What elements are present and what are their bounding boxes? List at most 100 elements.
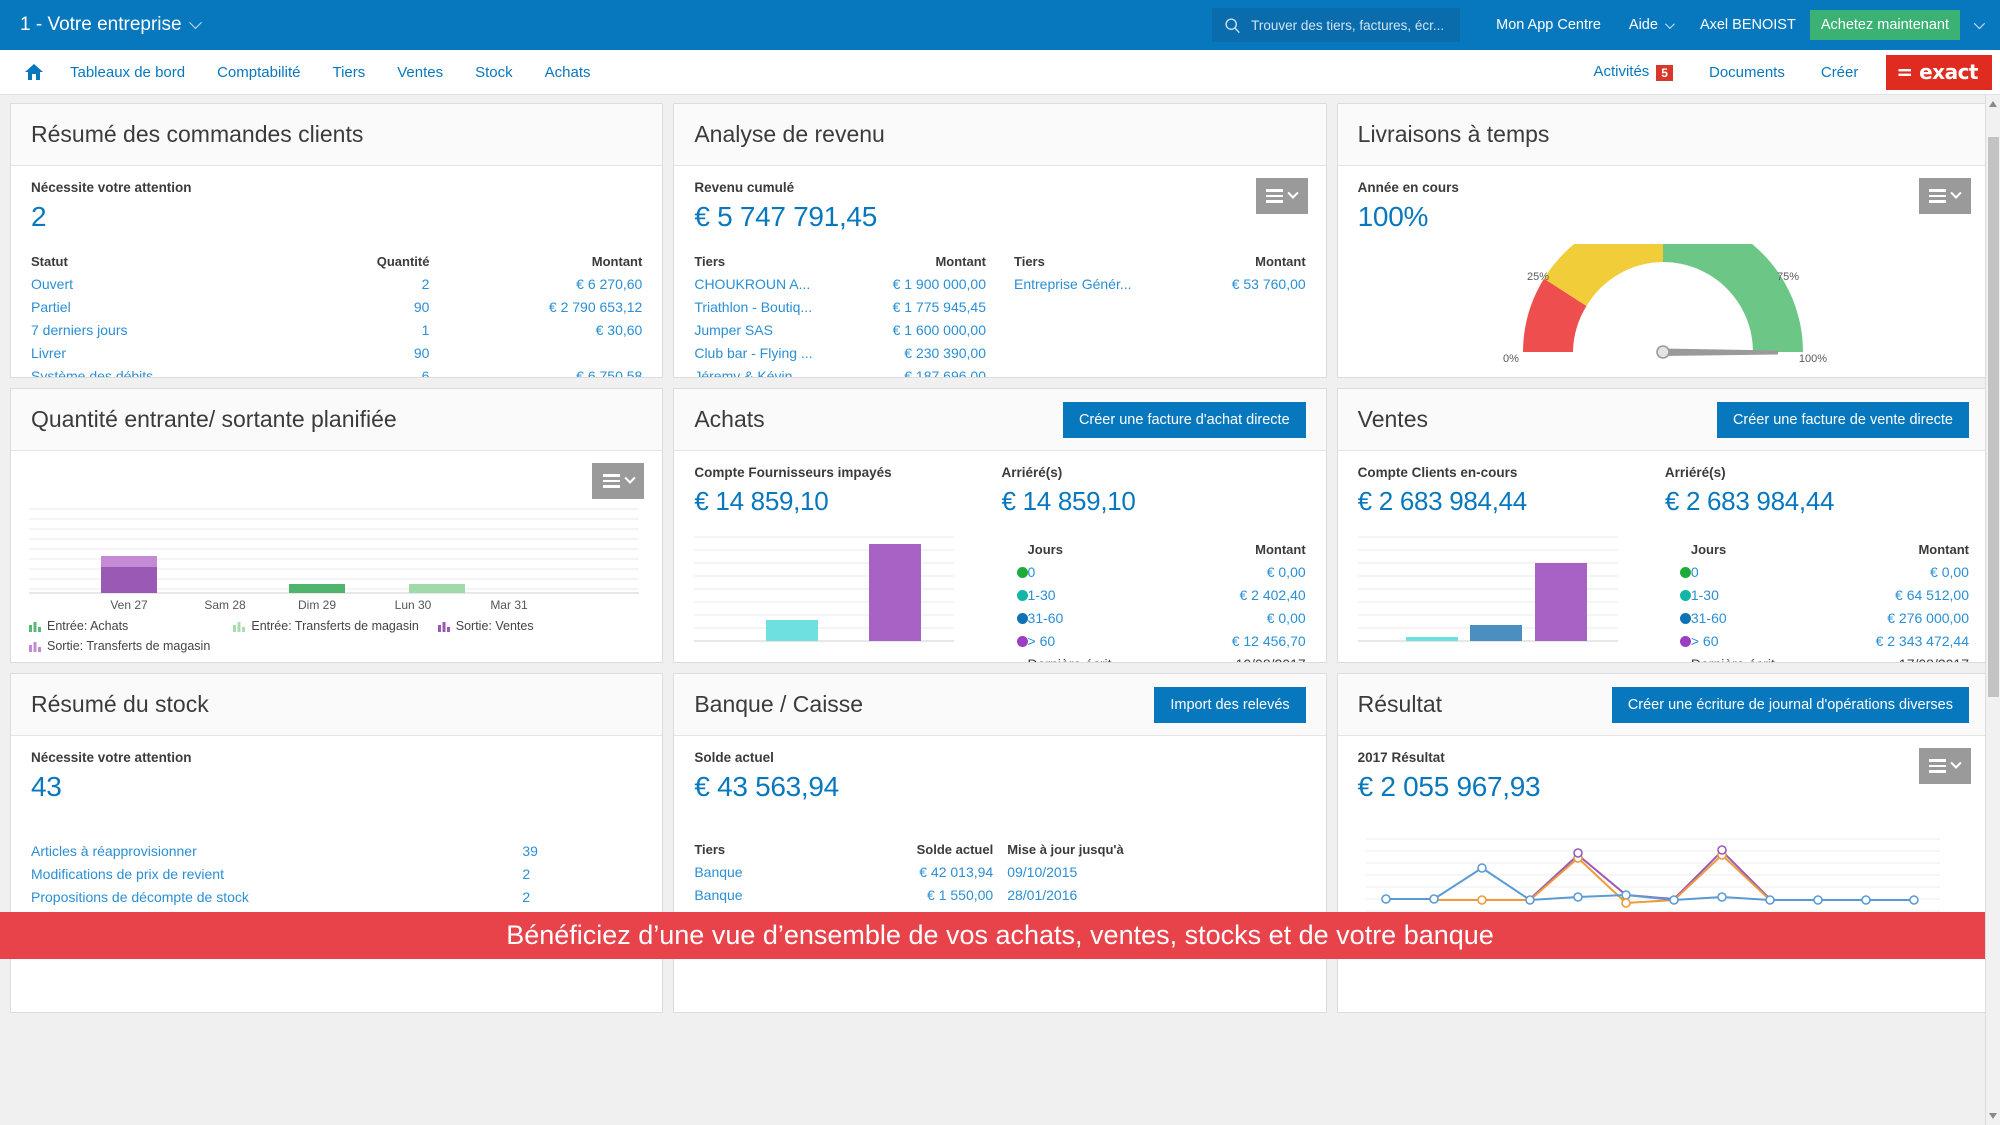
table-row[interactable]: Système des débits 6 € 6 750,58 (31, 364, 642, 378)
help-menu[interactable]: Aide (1615, 0, 1686, 50)
table-row[interactable]: 31-60 € 0,00 (1002, 606, 1306, 629)
bar-chart-icon (29, 621, 41, 635)
cell-tiers[interactable]: Jumper SAS (694, 318, 857, 341)
cell-label[interactable]: Modifications de prix de revient (31, 862, 522, 885)
cell-tiers[interactable]: Club bar - Flying ... (694, 341, 857, 364)
table-row[interactable]: > 60 € 12 456,70 (1002, 629, 1306, 652)
cell-status[interactable]: Ouvert (31, 272, 309, 295)
nav-item-2[interactable]: Tiers (316, 64, 381, 81)
table-row[interactable]: Partiel 90 € 2 790 653,12 (31, 295, 642, 318)
nav-item-4[interactable]: Stock (459, 64, 529, 81)
nav-item-1[interactable]: Comptabilité (201, 64, 316, 81)
table-row[interactable]: 0 € 0,00 (1002, 560, 1306, 583)
card-menu-button[interactable] (1918, 178, 1971, 214)
cell-days[interactable]: 1-30 (1028, 583, 1185, 606)
table-row[interactable]: > 60 € 2 343 472,44 (1665, 629, 1969, 652)
scrollbar-thumb[interactable] (1988, 137, 1999, 697)
create-direct-purchase-invoice-button[interactable]: Créer une facture d'achat directe (1062, 401, 1306, 438)
create-direct-sales-invoice-button[interactable]: Créer une facture de vente directe (1716, 401, 1969, 438)
table-row[interactable]: Triathlon - Boutiq... € 1 775 945,45 (694, 295, 986, 318)
kpi-value: 43 (31, 771, 62, 802)
cell-days[interactable]: 31-60 (1691, 606, 1832, 629)
app-centre-link[interactable]: Mon App Centre (1482, 0, 1615, 50)
kpi-value: € 43 563,94 (694, 771, 839, 802)
table-row[interactable]: Modifications de prix de revient 2 (31, 862, 642, 885)
cell-status[interactable]: Système des débits (31, 364, 309, 378)
cell-label[interactable]: Articles à réapprovisionner (31, 839, 522, 862)
cell-days[interactable]: 0 (1028, 560, 1185, 583)
table-row[interactable]: Banque € 1 550,00 28/01/2016 (694, 883, 1305, 906)
cell-days[interactable]: 31-60 (1028, 606, 1185, 629)
card-menu-button[interactable] (1918, 748, 1971, 784)
create-link[interactable]: Créer (1803, 64, 1877, 81)
table-row[interactable]: Entreprise Génér... € 53 760,00 (1014, 272, 1306, 295)
cell-label[interactable]: Propositions de décompte de stock (31, 885, 522, 908)
cell-days[interactable]: > 60 (1028, 629, 1185, 652)
purchases-left: Compte Fournisseurs impayés € 14 859,10 (694, 465, 975, 654)
legend-label: Sortie: Ventes (455, 619, 534, 633)
activities-link[interactable]: Activités 5 (1575, 63, 1691, 81)
cell-tiers[interactable]: Banque (694, 860, 810, 883)
kpi-label: Nécessite votre attention (31, 180, 192, 195)
exact-logo[interactable]: = exact (1886, 54, 1992, 90)
hamburger-icon (1929, 189, 1947, 203)
table-row[interactable]: Livrer 90 (31, 341, 642, 364)
cell-amount: € 6 270,60 (576, 275, 643, 292)
cell-status[interactable]: Partiel (31, 295, 309, 318)
cell-days[interactable]: 1-30 (1691, 583, 1832, 606)
card-header: Résultat Créer une écriture de journal d… (1337, 674, 1989, 736)
table-row[interactable]: Propositions de décompte de stock 2 (31, 885, 642, 908)
table-row[interactable]: Banque € 42 013,94 09/10/2015 (694, 860, 1305, 883)
cell-tiers[interactable]: CHOUKROUN A... (694, 272, 857, 295)
scroll-down-arrow-icon[interactable] (1989, 1113, 1997, 1119)
table-row[interactable]: Club bar - Flying ... € 230 390,00 (694, 341, 986, 364)
table-row[interactable]: 1-30 € 2 402,40 (1002, 583, 1306, 606)
card-menu-button[interactable] (592, 463, 645, 499)
cell-tiers[interactable]: Triathlon - Boutiq... (694, 295, 857, 318)
documents-link[interactable]: Documents (1691, 64, 1803, 81)
cell-days[interactable]: > 60 (1691, 629, 1832, 652)
sales-aging-chart (1357, 536, 1618, 642)
cell-tiers[interactable]: Jéremy & Kévin (694, 364, 857, 378)
table-row[interactable]: Articles à réapprovisionner 39 (31, 839, 642, 862)
legend-item[interactable]: Sortie: Ventes (437, 619, 642, 635)
table-row[interactable]: 0 € 0,00 (1665, 560, 1969, 583)
nav-item-5[interactable]: Achats (529, 64, 607, 81)
cell-qty: 6 (421, 367, 430, 378)
cell-status[interactable]: 7 derniers jours (31, 318, 309, 341)
legend-item[interactable]: Sortie: Transferts de magasin (29, 639, 233, 655)
kpi-label: Compte Clients en-cours (1357, 465, 1518, 480)
chevron-down-icon[interactable] (1973, 17, 1986, 30)
page-scrollbar[interactable] (1985, 95, 2000, 1125)
import-statements-button[interactable]: Import des relevés (1154, 686, 1306, 723)
nav-item-3[interactable]: Ventes (381, 64, 459, 81)
card-menu-button[interactable] (1255, 178, 1308, 214)
table-row[interactable]: Jumper SAS € 1 600 000,00 (694, 318, 986, 341)
nav-item-0[interactable]: Tableaux de bord (54, 64, 201, 81)
home-icon[interactable] (14, 63, 54, 81)
user-menu[interactable]: Axel BENOIST (1686, 0, 1810, 50)
table-row[interactable]: 31-60 € 276 000,00 (1665, 606, 1969, 629)
purchases-right: Arriéré(s) € 14 859,10 Jours Montant 0 € … (1002, 465, 1306, 662)
cell-tiers[interactable]: Entreprise Génér... (1014, 272, 1193, 295)
table-row[interactable]: 1-30 € 64 512,00 (1665, 583, 1969, 606)
legend-item[interactable]: Entrée: Transferts de magasin (233, 619, 437, 635)
create-journal-entry-button[interactable]: Créer une écriture de journal d'opératio… (1611, 686, 1969, 723)
table-row[interactable]: Jéremy & Kévin € 187 696,00 (694, 364, 986, 378)
scroll-up-arrow-icon[interactable] (1989, 101, 1997, 107)
revenue-tables: Tiers Montant CHOUKROUN A... € 1 900 000,… (694, 251, 1305, 377)
cell-days[interactable]: 0 (1691, 560, 1832, 583)
cell-tiers[interactable]: Banque (694, 883, 810, 906)
chevron-down-icon (1287, 187, 1299, 199)
card-body: Année en cours 100% 0% 25% 50% 75% (1338, 166, 1989, 377)
table-row[interactable]: Ouvert 2 € 6 270,60 (31, 272, 642, 295)
table-row[interactable]: 7 derniers jours 1 € 30,60 (31, 318, 642, 341)
company-selector[interactable]: 1 - Votre entreprise (20, 14, 202, 36)
legend-item[interactable]: Entrée: Achats (29, 619, 233, 635)
table-row[interactable]: CHOUKROUN A... € 1 900 000,00 (694, 272, 986, 295)
cell-status[interactable]: Livrer (31, 341, 309, 364)
search-input[interactable]: Trouver des tiers, factures, écr... (1212, 8, 1461, 42)
activities-badge: 5 (1656, 64, 1673, 81)
buy-now-button[interactable]: Achetez maintenant (1809, 10, 1960, 40)
svg-text:Dim 29: Dim 29 (298, 598, 336, 612)
